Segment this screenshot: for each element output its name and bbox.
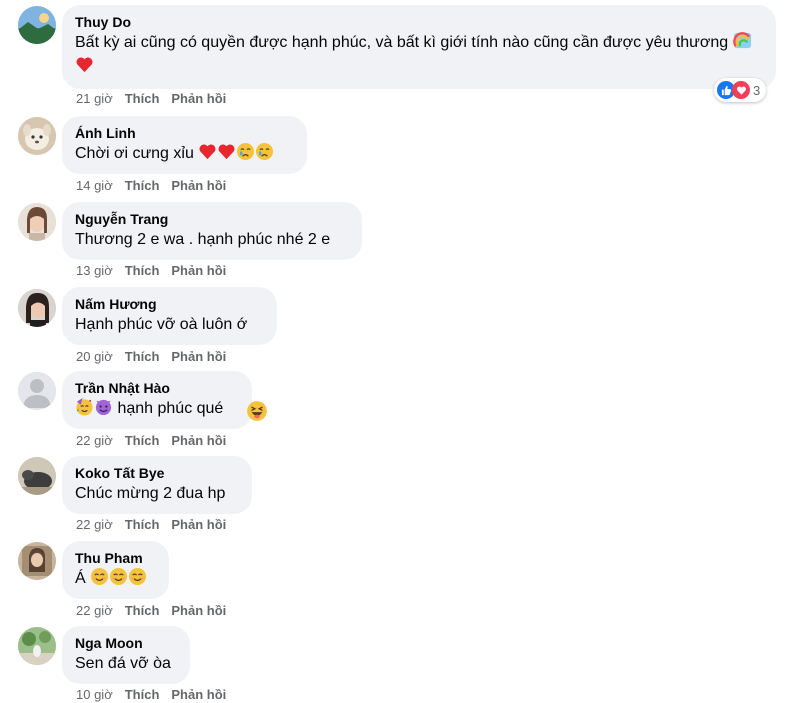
- comment-bubble: Trần Nhật Hào hạnh phúc qué: [62, 371, 252, 429]
- comment-text: hạnh phúc qué: [117, 400, 224, 417]
- comment-bubble: Nguyễn Trang Thương 2 e wa . hạnh phúc n…: [62, 202, 362, 260]
- comment-bubble: Thu Pham Á: [62, 541, 169, 599]
- reply-button[interactable]: Phản hồi: [171, 433, 226, 449]
- timestamp[interactable]: 22 giờ: [76, 433, 113, 449]
- comment-text: Á: [75, 570, 86, 587]
- comment-author[interactable]: Koko Tất Bye: [75, 464, 239, 482]
- timestamp[interactable]: 21 giờ: [76, 91, 113, 107]
- like-button[interactable]: Thích: [125, 178, 160, 194]
- timestamp[interactable]: 14 giờ: [76, 178, 113, 194]
- timestamp[interactable]: 22 giờ: [76, 603, 113, 619]
- comment-author[interactable]: Thuy Do: [75, 13, 763, 31]
- comment-bubble: Ánh Linh Chời ơi cưng xỉu: [62, 116, 307, 174]
- like-button[interactable]: Thích: [125, 91, 160, 107]
- smiling-face-emoji-icon: [129, 567, 147, 586]
- timestamp[interactable]: 10 giờ: [76, 687, 113, 703]
- timestamp[interactable]: 20 giờ: [76, 349, 113, 365]
- grinning-tongue-emoji-icon: [247, 401, 267, 421]
- like-button[interactable]: Thích: [125, 603, 160, 619]
- comment-meta: 10 giờ Thích Phản hồi: [76, 687, 226, 703]
- comment-meta: 13 giờ Thích Phản hồi: [76, 263, 226, 279]
- comment-text: Sen đá vỡ òa: [75, 655, 171, 672]
- smiling-devil-emoji-icon: [95, 399, 112, 416]
- comment-bubble: Nga Moon Sen đá vỡ òa: [62, 626, 190, 684]
- timestamp[interactable]: 22 giờ: [76, 517, 113, 533]
- heart-emoji-icon: [199, 144, 216, 160]
- comment-text: Hạnh phúc vỡ oà luôn ớ: [75, 316, 248, 333]
- comment-meta: 14 giờ Thích Phản hồi: [76, 178, 226, 194]
- comment-meta: 22 giờ Thích Phản hồi: [76, 433, 226, 449]
- comment-text: Bất kỳ ai cũng có quyền được hạnh phúc, …: [75, 34, 729, 51]
- comment-text: Thương 2 e wa . hạnh phúc nhé 2 e: [75, 231, 331, 248]
- avatar[interactable]: [18, 627, 56, 665]
- avatar[interactable]: [18, 542, 56, 580]
- comment-meta: 22 giờ Thích Phản hồi: [76, 517, 226, 533]
- like-button[interactable]: Thích: [125, 433, 160, 449]
- comment-author[interactable]: Nấm Hương: [75, 295, 264, 313]
- timestamp[interactable]: 13 giờ: [76, 263, 113, 279]
- comment-meta: 20 giờ Thích Phản hồi: [76, 349, 226, 365]
- comment-author[interactable]: Thu Pham: [75, 549, 156, 567]
- rainbow-emoji-icon: [732, 32, 751, 49]
- reaction-count: 3: [753, 82, 761, 98]
- reaction-badge[interactable]: 3: [714, 78, 767, 102]
- heart-emoji-icon: [76, 57, 93, 73]
- reply-button[interactable]: Phản hồi: [171, 263, 226, 279]
- reply-button[interactable]: Phản hồi: [171, 349, 226, 365]
- like-button[interactable]: Thích: [125, 263, 160, 279]
- comment-meta: 21 giờ Thích Phản hồi: [76, 91, 226, 107]
- reply-button[interactable]: Phản hồi: [171, 687, 226, 703]
- smiling-face-emoji-icon: [110, 567, 128, 586]
- reply-button[interactable]: Phản hồi: [171, 517, 226, 533]
- comment-text: Chúc mừng 2 đua hp: [75, 485, 226, 502]
- heart-emoji-icon: [218, 144, 235, 160]
- crying-face-emoji-icon: [256, 142, 274, 161]
- comment-author[interactable]: Nguyễn Trang: [75, 210, 349, 228]
- like-button[interactable]: Thích: [125, 349, 160, 365]
- reply-button[interactable]: Phản hồi: [171, 603, 226, 619]
- comment-author[interactable]: Ánh Linh: [75, 124, 294, 142]
- party-face-emoji-icon: [76, 397, 93, 416]
- reply-button[interactable]: Phản hồi: [171, 178, 226, 194]
- avatar[interactable]: [18, 6, 56, 44]
- smiling-face-emoji-icon: [91, 567, 109, 586]
- avatar[interactable]: [18, 372, 56, 410]
- comment-text: Chời ơi cưng xỉu: [75, 145, 194, 162]
- avatar[interactable]: [18, 117, 56, 155]
- love-reaction-icon: [732, 81, 750, 99]
- comment-author[interactable]: Nga Moon: [75, 634, 177, 652]
- comment-bubble: Koko Tất Bye Chúc mừng 2 đua hp: [62, 456, 252, 514]
- like-button[interactable]: Thích: [125, 517, 160, 533]
- comment-author[interactable]: Trần Nhật Hào: [75, 379, 239, 397]
- reply-button[interactable]: Phản hồi: [171, 91, 226, 107]
- avatar[interactable]: [18, 289, 56, 327]
- crying-face-emoji-icon: [237, 142, 255, 161]
- like-button[interactable]: Thích: [125, 687, 160, 703]
- avatar[interactable]: [18, 203, 56, 241]
- comment-bubble: Nấm Hương Hạnh phúc vỡ oà luôn ớ: [62, 287, 277, 345]
- comment-bubble: Thuy Do Bất kỳ ai cũng có quyền được hạn…: [62, 5, 776, 89]
- avatar[interactable]: [18, 457, 56, 495]
- comment-meta: 22 giờ Thích Phản hồi: [76, 603, 226, 619]
